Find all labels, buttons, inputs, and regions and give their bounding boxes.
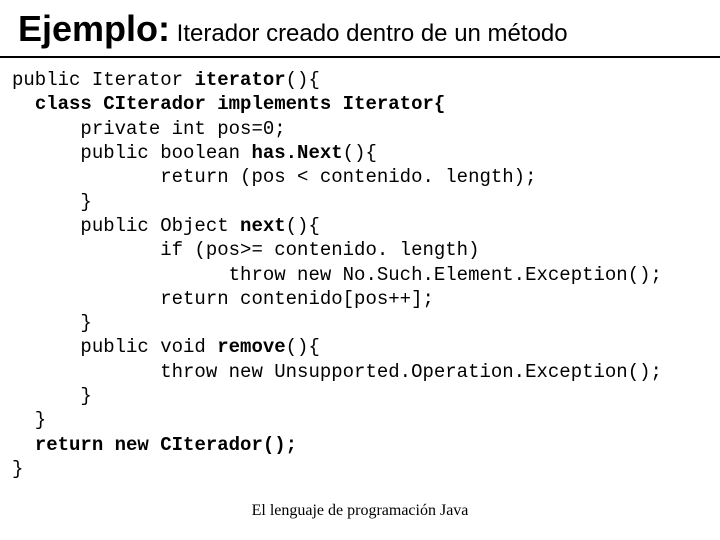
slide-footer: El lenguaje de programación Java xyxy=(0,502,720,520)
code-line-15: } xyxy=(12,409,46,431)
code-line-3: private int pos=0; xyxy=(12,118,286,140)
code-bold: iterator xyxy=(194,69,285,91)
code-text: public boolean xyxy=(12,142,251,164)
code-line-17: } xyxy=(12,458,23,480)
code-bold: remove xyxy=(217,336,285,358)
title-sub: Iterador creado dentro de un método xyxy=(170,20,568,47)
code-text: (){ xyxy=(286,69,320,91)
code-text: (){ xyxy=(343,142,377,164)
code-line-7: public Object next(){ xyxy=(12,215,320,237)
code-line-10: return contenido[pos++]; xyxy=(12,288,434,310)
code-line-12: public void remove(){ xyxy=(12,336,320,358)
code-line-9: throw new No.Such.Element.Exception(); xyxy=(12,264,662,286)
code-line-4: public boolean has.Next(){ xyxy=(12,142,377,164)
code-bold: return new CIterador(); xyxy=(35,434,297,456)
code-line-16: return new CIterador(); xyxy=(12,434,297,456)
title-main: Ejemplo: xyxy=(18,8,170,49)
code-text: public Object xyxy=(12,215,240,237)
code-text xyxy=(12,434,35,456)
code-text: (){ xyxy=(286,336,320,358)
code-text: (){ xyxy=(286,215,320,237)
code-text xyxy=(12,93,35,115)
code-line-11: } xyxy=(12,312,92,334)
code-text: public Iterator xyxy=(12,69,194,91)
code-line-14: } xyxy=(12,385,92,407)
code-text: public void xyxy=(12,336,217,358)
slide: Ejemplo: Iterador creado dentro de un mé… xyxy=(0,0,720,540)
code-bold: next xyxy=(240,215,286,237)
code-block: public Iterator iterator(){ class CItera… xyxy=(0,68,720,481)
code-line-5: return (pos < contenido. length); xyxy=(12,166,537,188)
code-bold: has.Next xyxy=(251,142,342,164)
code-line-1: public Iterator iterator(){ xyxy=(12,69,320,91)
code-line-2: class CIterador implements Iterator{ xyxy=(12,93,445,115)
slide-title: Ejemplo: Iterador creado dentro de un mé… xyxy=(0,0,720,50)
code-bold: class CIterador implements Iterator{ xyxy=(35,93,445,115)
title-divider xyxy=(0,56,720,58)
code-line-13: throw new Unsupported.Operation.Exceptio… xyxy=(12,361,662,383)
code-line-6: } xyxy=(12,191,92,213)
code-line-8: if (pos>= contenido. length) xyxy=(12,239,479,261)
